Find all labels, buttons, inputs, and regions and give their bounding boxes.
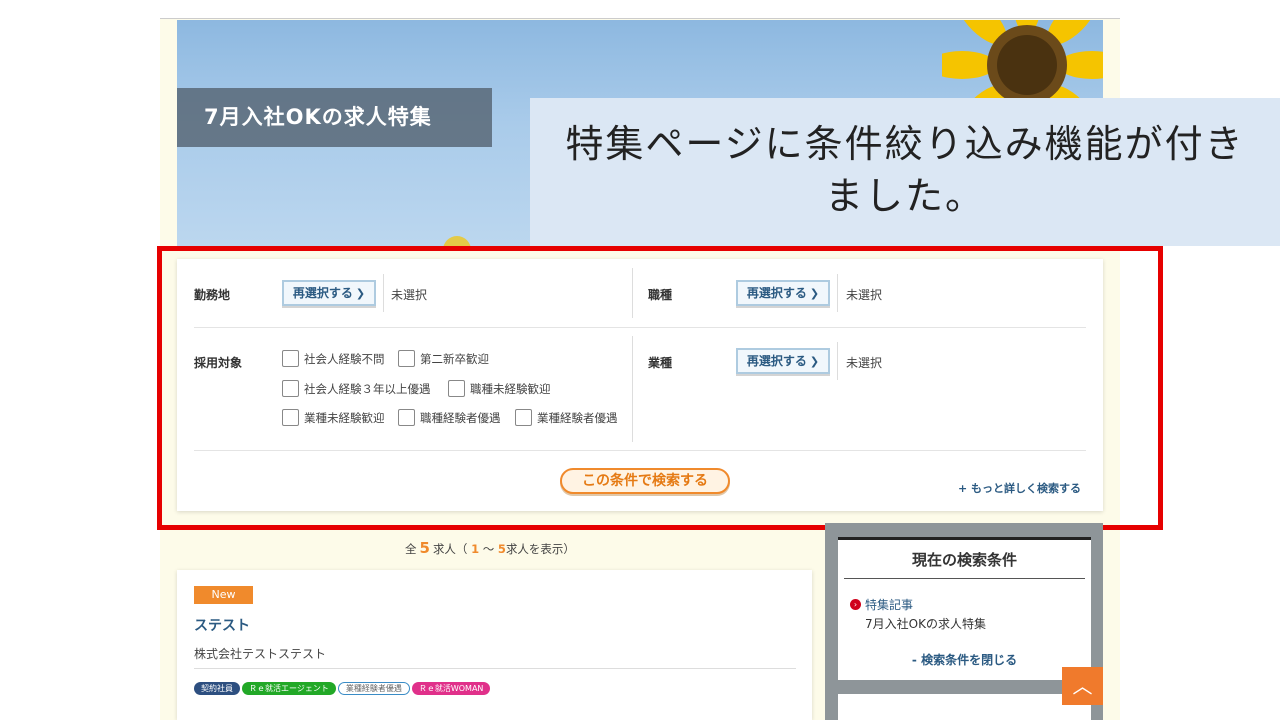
- count-suffix: 求人を表示）: [505, 542, 575, 556]
- page-top-button[interactable]: ︿: [1062, 667, 1103, 705]
- callout-line-1: 特集ページに条件絞り込み機能が付き: [565, 122, 1245, 166]
- tag-agent: Ｒｅ就活エージェント: [242, 682, 336, 695]
- current-conditions-title: 現在の検索条件: [844, 549, 1085, 579]
- count-prefix: 全: [405, 542, 417, 556]
- count-unit: 求人（: [432, 542, 468, 556]
- job-title-link[interactable]: ステスト: [194, 615, 250, 635]
- tag-industry-experienced: 業種経験者優遇: [337, 682, 410, 695]
- range-to: 5: [497, 542, 506, 556]
- sidebar-panel-next: [838, 694, 1091, 720]
- highlight-frame: [157, 246, 1163, 530]
- condition-item-label: 特集記事: [865, 598, 914, 612]
- card-divider: [194, 668, 796, 669]
- condition-item[interactable]: › 特集記事: [850, 596, 913, 613]
- condition-item-value: 7月入社OKの求人特集: [865, 617, 986, 631]
- tag-contract: 契約社員: [194, 682, 240, 695]
- arrow-circle-icon: ›: [850, 599, 861, 610]
- results-count: 全 5 求人（ 1 〜 5求人を表示）: [405, 539, 575, 557]
- announcement-callout: 特集ページに条件絞り込み機能が付き ました。: [530, 98, 1280, 246]
- close-conditions-link[interactable]: - 検索条件を閉じる: [838, 651, 1091, 668]
- feature-title: 7月入社OKの求人特集: [177, 88, 492, 147]
- new-badge: New: [194, 586, 253, 604]
- callout-line-2: ました。: [824, 174, 985, 218]
- company-name: 株式会社テストステスト: [194, 647, 327, 661]
- range-from: 1: [471, 542, 480, 556]
- chevron-up-icon: ︿: [1072, 674, 1093, 698]
- range-tilde: 〜: [482, 542, 495, 556]
- job-tags: 契約社員 Ｒｅ就活エージェント 業種経験者優遇 Ｒｅ就活WOMAN: [194, 682, 491, 695]
- total-count: 5: [419, 539, 430, 557]
- tag-woman: Ｒｅ就活WOMAN: [411, 682, 491, 695]
